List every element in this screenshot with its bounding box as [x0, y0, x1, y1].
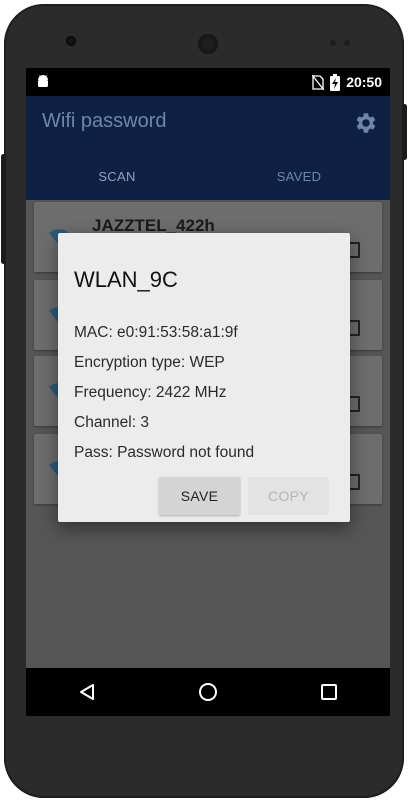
mac-address: MAC: e0:91:53:58:a1:9f: [74, 324, 238, 341]
back-button[interactable]: [67, 672, 107, 712]
android-icon: [38, 75, 48, 87]
gear-icon[interactable]: [352, 110, 378, 136]
sensor-dot: [344, 40, 350, 46]
copy-button[interactable]: COPY: [248, 477, 329, 515]
home-icon: [198, 683, 217, 701]
recents-button[interactable]: [309, 672, 349, 712]
tab-bar: SCAN SAVED: [26, 152, 390, 200]
power-button: [402, 104, 407, 160]
home-button[interactable]: [188, 672, 228, 712]
back-icon: [79, 684, 94, 700]
password: Pass: Password not found: [74, 444, 255, 461]
dialog-title: WLAN_9C: [74, 267, 178, 292]
frequency: Frequency: 2422 MHz: [74, 384, 227, 401]
battery-charging-icon: [330, 73, 341, 91]
network-details-dialog: WLAN_9C MAC: e0:91:53:58:a1:9f Encryptio…: [58, 233, 350, 522]
encryption-type: Encryption type: WEP: [74, 354, 225, 371]
status-time: 20:50: [346, 74, 382, 90]
volume-button: [1, 154, 6, 264]
status-icons: 20:50: [312, 73, 382, 91]
front-camera: [66, 36, 76, 46]
save-button[interactable]: SAVE: [159, 477, 240, 515]
no-sim-icon: [312, 74, 325, 90]
navigation-bar: [26, 668, 390, 716]
recents-icon: [321, 684, 338, 700]
app-bar: Wifi password: [26, 96, 390, 152]
tab-saved[interactable]: SAVED: [208, 152, 390, 200]
tab-scan[interactable]: SCAN: [26, 152, 208, 200]
channel: Channel: 3: [74, 414, 149, 431]
status-bar: 20:50: [26, 68, 390, 96]
earpiece-speaker: [198, 34, 218, 54]
app-title: Wifi password: [42, 110, 167, 132]
sensor-dot: [330, 40, 336, 46]
